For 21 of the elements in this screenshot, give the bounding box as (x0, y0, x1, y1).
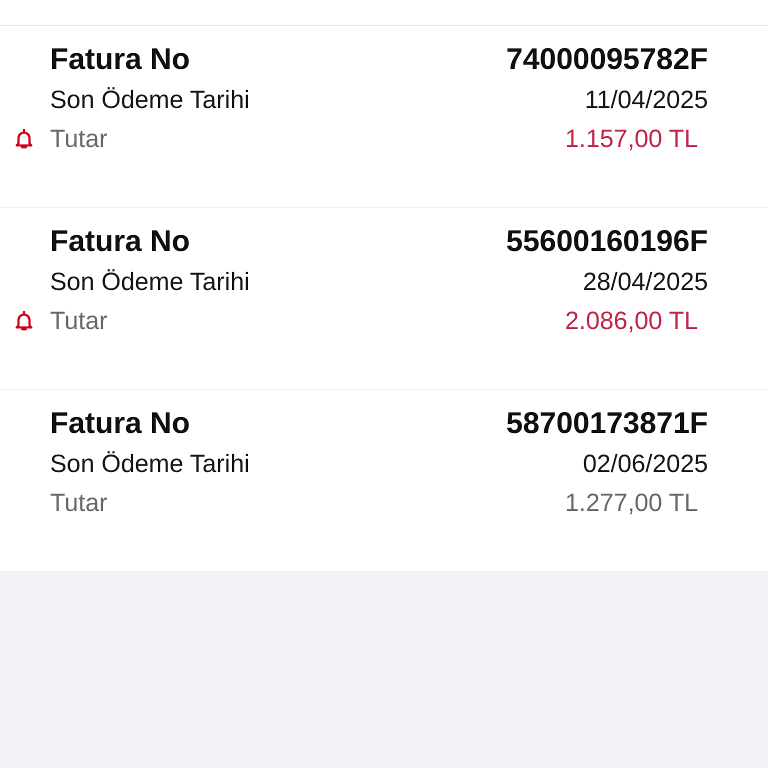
amount: 1.157,00 TL (565, 124, 698, 154)
due-date: 02/06/2025 (582, 450, 708, 478)
invoice-number-label: Fatura No (50, 225, 190, 259)
due-date-label: Son Ödeme Tarihi (50, 268, 250, 296)
due-date-label: Son Ödeme Tarihi (50, 86, 250, 114)
amount: 1.277,00 TL (565, 488, 698, 518)
due-date: 28/04/2025 (582, 268, 708, 296)
amount: 2.086,00 TL (565, 306, 698, 336)
invoice-number-label: Fatura No (50, 407, 190, 441)
invoice-card[interactable]: Fatura No 55600160196F Son Ödeme Tarihi 28/04/2025 Tutar 2.086,00 TL (0, 208, 768, 390)
due-date-label: Son Ödeme Tarihi (50, 450, 250, 478)
invoice-number-label: Fatura No (50, 43, 190, 77)
invoice-number: 74000095782F (506, 43, 708, 77)
invoice-card[interactable]: Fatura No 58700173871F Son Ödeme Tarihi 02/06/2025 Tutar 1.277,00 TL (0, 390, 768, 572)
amount-label: Tutar (50, 306, 108, 336)
amount-label: Tutar (50, 124, 108, 154)
amount-label: Tutar (50, 488, 108, 518)
invoice-number: 58700173871F (506, 407, 708, 441)
invoice-number: 55600160196F (506, 225, 708, 259)
invoice-card[interactable]: Fatura No 74000095782F Son Ödeme Tarihi 11/04/2025 Tutar 1.157,00 TL (0, 26, 768, 208)
due-date: 11/04/2025 (584, 86, 708, 114)
